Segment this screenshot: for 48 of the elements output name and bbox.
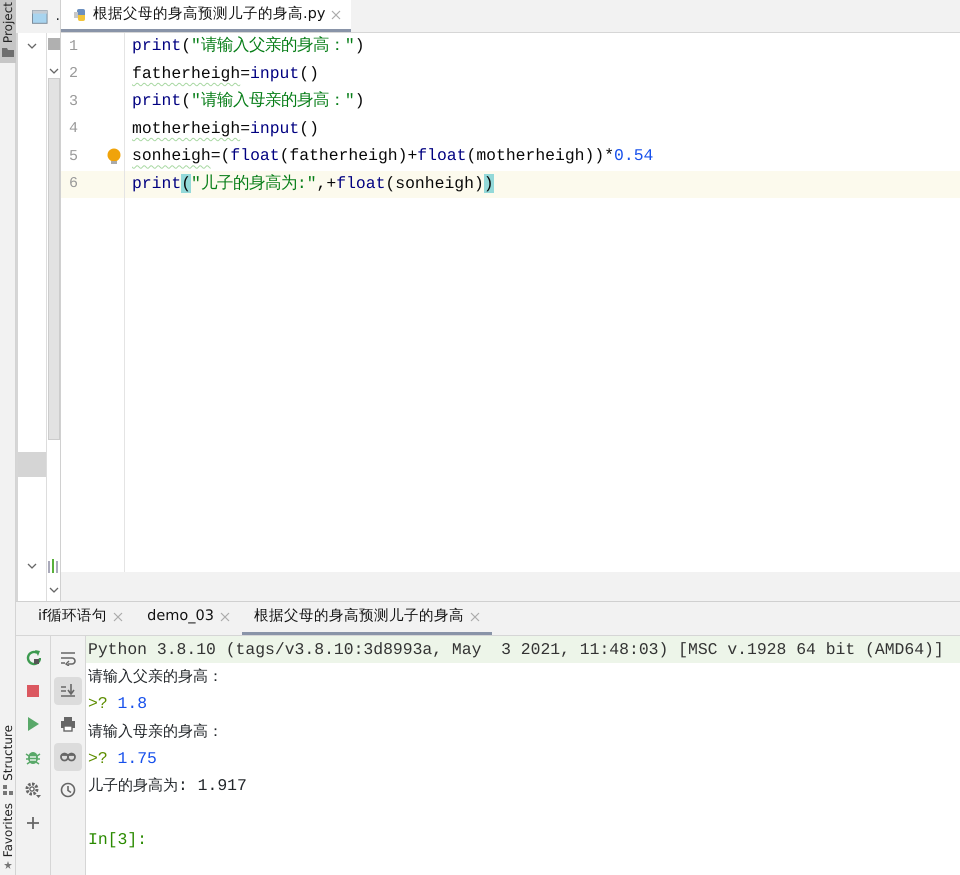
- bars-icon: [48, 559, 60, 573]
- rerun-icon: [25, 650, 41, 666]
- add-icon: [25, 815, 41, 831]
- console-input-text: >? 1.8: [88, 694, 148, 714]
- console-prompt: In[3]:: [88, 830, 148, 850]
- debug-icon: [25, 749, 41, 765]
- line-number: 4: [69, 119, 78, 139]
- chevron-icon[interactable]: [48, 587, 59, 593]
- glasses-button[interactable]: [54, 743, 82, 771]
- line-number: 1: [69, 36, 78, 56]
- run-tab[interactable]: if循环语句: [26, 602, 136, 635]
- console-line: 儿子的身高为: 1.917: [88, 776, 247, 795]
- tool-window-tab[interactable]: Structure: [0, 722, 16, 801]
- scroll-to-end-button[interactable]: [54, 677, 82, 705]
- console-input-text: >? 1.75: [88, 748, 157, 768]
- scroll-to-end-icon: [60, 683, 76, 699]
- run-icon: [25, 716, 41, 732]
- editor-tab[interactable]: 根据父母的身高预测儿子的身高.py: [61, 0, 352, 32]
- star-icon: [4, 861, 12, 869]
- line-number: 3: [69, 92, 78, 112]
- stop-icon: [25, 683, 41, 699]
- python-file-icon: [73, 8, 87, 22]
- chevron-icon[interactable]: [27, 563, 38, 569]
- window-icon: [32, 10, 48, 24]
- panel-title: .: [56, 7, 60, 26]
- line-number: 2: [69, 64, 78, 84]
- chevron-icon[interactable]: [48, 68, 59, 74]
- run-tab[interactable]: demo_03: [135, 602, 242, 635]
- line-number: 5: [69, 146, 78, 166]
- print-icon: [60, 716, 76, 732]
- settings-icon: [25, 782, 41, 798]
- python-version-text: Python 3.8.10 (tags/v3.8.10:3d8993a, May 3 2021, 11:48:03) [MSC v.1928 64 bit (AMD64)]: [88, 640, 944, 659]
- code-line: print("儿子的身高为:",+float(sonheigh)): [132, 174, 494, 193]
- code-line: sonheigh=(float(fatherheigh)+float(motherheigh))*0.54: [132, 146, 654, 166]
- code-line: fatherheigh=input(): [132, 64, 319, 83]
- chevron-icon[interactable]: [27, 43, 38, 49]
- tool-window-tab[interactable]: Project: [0, 0, 16, 64]
- code-line: print("请输入母亲的身高："): [132, 91, 365, 110]
- soft-wrap-icon: [60, 650, 76, 666]
- console-line: 请输入母亲的身高：: [88, 722, 223, 741]
- code-line: motherheigh=input(): [132, 118, 319, 138]
- tool-window-tab[interactable]: Favorites: [0, 800, 16, 875]
- line-number: 6: [69, 174, 78, 194]
- structure-icon: [3, 784, 13, 795]
- history-icon: [60, 782, 76, 798]
- console-line: 请输入父亲的身高：: [88, 667, 223, 686]
- code-line: print("请输入父亲的身高："): [132, 36, 365, 56]
- scrollbar-thumb[interactable]: [48, 78, 60, 440]
